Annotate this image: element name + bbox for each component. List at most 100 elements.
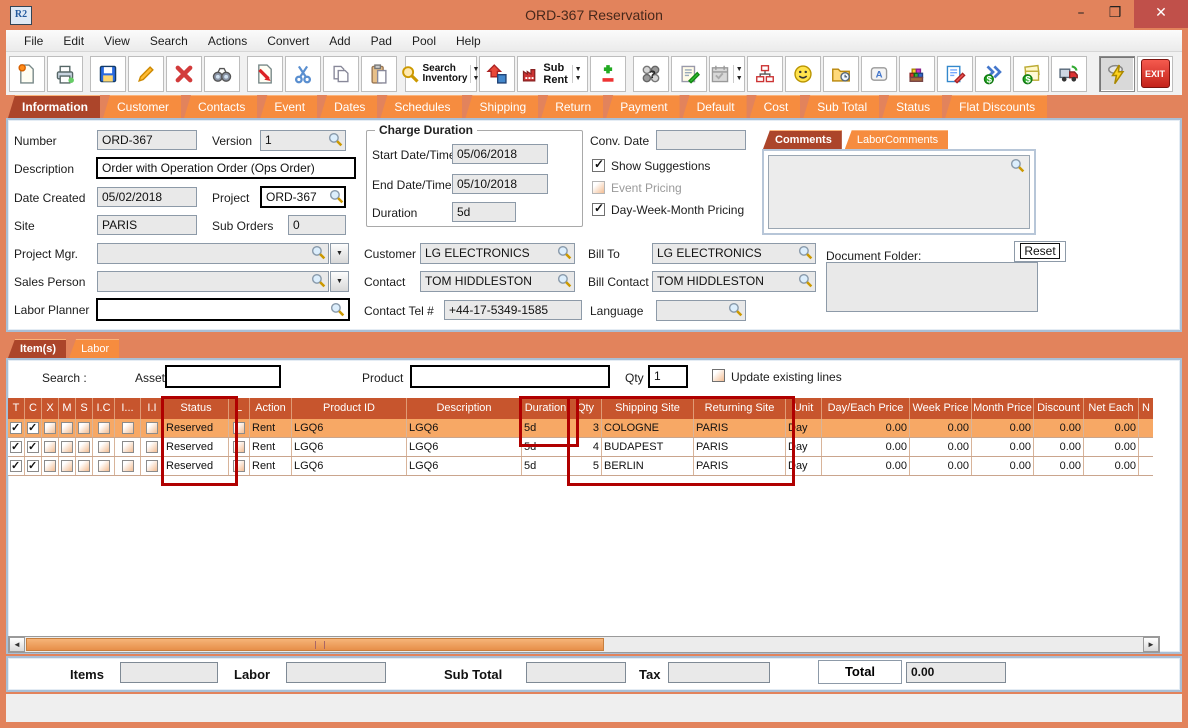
scroll-left-button[interactable]: ◄ [9, 637, 25, 652]
table-row[interactable]: Reserved Rent LGQ6 LGQ6 5d 5 BERLIN PARI… [8, 457, 1153, 476]
tab-status[interactable]: Status [882, 95, 942, 118]
cell-checkbox[interactable] [42, 438, 59, 456]
menu-add[interactable]: Add [319, 31, 360, 51]
product-input[interactable] [410, 365, 610, 388]
tab-items[interactable]: Item(s) [8, 339, 66, 358]
search-icon[interactable] [310, 244, 327, 261]
col-c[interactable]: C [25, 398, 42, 419]
cell-checkbox[interactable] [59, 457, 76, 475]
cell-checkbox[interactable] [115, 419, 141, 437]
tab-customer[interactable]: Customer [103, 95, 181, 118]
tab-labor[interactable]: Labor [69, 339, 119, 358]
cell-checkbox[interactable] [229, 457, 250, 475]
col-s[interactable]: S [76, 398, 93, 419]
col-net-each[interactable]: Net Each [1084, 398, 1139, 419]
print-button[interactable] [47, 56, 83, 92]
cell-checkbox[interactable] [76, 438, 93, 456]
resource-group-button[interactable]: ? [633, 56, 669, 92]
delivery-truck-button[interactable] [1051, 56, 1087, 92]
event-pricing-checkbox[interactable] [592, 181, 605, 194]
col-unit[interactable]: Unit [786, 398, 822, 419]
menu-view[interactable]: View [94, 31, 140, 51]
export-document-button[interactable] [247, 56, 283, 92]
col-duration[interactable]: Duration [522, 398, 570, 419]
edit-document-button[interactable] [937, 56, 973, 92]
bill-contact-field[interactable]: TOM HIDDLESTON [652, 271, 816, 292]
tab-comments[interactable]: Comments [763, 130, 842, 149]
cell-checkbox[interactable] [25, 438, 42, 456]
scrollbar-thumb[interactable] [26, 638, 604, 651]
col-qty[interactable]: Qty [570, 398, 602, 419]
tab-cost[interactable]: Cost [750, 95, 801, 118]
col-idots[interactable]: I... [115, 398, 141, 419]
cell-checkbox[interactable] [93, 457, 115, 475]
exit-button[interactable]: EXIT [1137, 56, 1173, 92]
cell-checkbox[interactable] [76, 419, 93, 437]
cell-checkbox[interactable] [42, 457, 59, 475]
edit-button[interactable] [128, 56, 164, 92]
cell-checkbox[interactable] [8, 438, 25, 456]
show-suggestions-checkbox[interactable] [592, 159, 605, 172]
qty-input[interactable]: 1 [648, 365, 688, 388]
cell-checkbox[interactable] [8, 419, 25, 437]
table-row[interactable]: Reserved Rent LGQ6 LGQ6 5d 3 COLOGNE PAR… [8, 419, 1153, 438]
cell-checkbox[interactable] [141, 419, 164, 437]
scroll-right-button[interactable]: ► [1143, 637, 1159, 652]
col-ic[interactable]: I.C [93, 398, 115, 419]
tab-schedules[interactable]: Schedules [380, 95, 462, 118]
cell-checkbox[interactable] [59, 419, 76, 437]
add-remove-line-button[interactable] [590, 56, 626, 92]
description-field[interactable]: Order with Operation Order (Ops Order) [96, 157, 356, 179]
cell-checkbox[interactable] [229, 419, 250, 437]
menu-actions[interactable]: Actions [198, 31, 257, 51]
update-existing-lines-checkbox[interactable] [712, 369, 725, 382]
cell-checkbox[interactable] [25, 457, 42, 475]
tab-labor-comments[interactable]: LaborComments [845, 130, 948, 149]
menu-search[interactable]: Search [140, 31, 198, 51]
calendar-button[interactable]: ▼▼ [709, 56, 745, 92]
quick-action-button[interactable] [1099, 56, 1135, 92]
conv-date-field[interactable] [656, 130, 746, 150]
col-shipping-site[interactable]: Shipping Site [602, 398, 694, 419]
tab-return[interactable]: Return [541, 95, 603, 118]
document-folder-box[interactable] [826, 262, 1038, 312]
duration-field[interactable]: 5d [452, 202, 516, 222]
table-row[interactable]: Reserved Rent LGQ6 LGQ6 5d 4 BUDAPEST PA… [8, 438, 1153, 457]
invoice-notes-button[interactable]: $ [1013, 56, 1049, 92]
tab-flat-discounts[interactable]: Flat Discounts [945, 95, 1047, 118]
close-button[interactable]: ✕ [1134, 0, 1188, 28]
search-icon[interactable] [329, 301, 346, 318]
date-created-field[interactable]: 05/02/2018 [97, 187, 197, 207]
menu-help[interactable]: Help [446, 31, 491, 51]
search-icon[interactable] [310, 272, 327, 289]
project-mgr-field[interactable] [97, 243, 329, 264]
org-chart-button[interactable] [747, 56, 783, 92]
col-day-each-price[interactable]: Day/Each Price [822, 398, 910, 419]
search-icon[interactable] [556, 272, 573, 289]
search-icon[interactable] [327, 131, 344, 148]
dropdown-arrow-icon[interactable]: ▼▼ [733, 65, 745, 83]
cell-checkbox[interactable] [141, 457, 164, 475]
cell-checkbox[interactable] [141, 438, 164, 456]
start-date-field[interactable]: 05/06/2018 [452, 144, 548, 164]
tab-default[interactable]: Default [683, 95, 747, 118]
sub-orders-field[interactable]: 0 [288, 215, 346, 235]
search-icon[interactable] [727, 301, 744, 318]
currency-transfer-button[interactable]: $ [975, 56, 1011, 92]
col-week-price[interactable]: Week Price [910, 398, 972, 419]
bill-to-field[interactable]: LG ELECTRONICS [652, 243, 816, 264]
contact-field[interactable]: TOM HIDDLESTON [420, 271, 575, 292]
tab-sub-total[interactable]: Sub Total [803, 95, 879, 118]
col-month-price[interactable]: Month Price [972, 398, 1034, 419]
comments-textarea[interactable] [768, 155, 1030, 229]
menu-pool[interactable]: Pool [402, 31, 446, 51]
col-product-id[interactable]: Product ID [292, 398, 407, 419]
history-folder-button[interactable] [823, 56, 859, 92]
maximize-button[interactable]: ❒ [1100, 0, 1130, 28]
paste-button[interactable] [361, 56, 397, 92]
col-l[interactable]: L [229, 398, 250, 419]
cell-checkbox[interactable] [115, 457, 141, 475]
col-ii[interactable]: I.I [141, 398, 164, 419]
search-icon[interactable] [1009, 157, 1026, 174]
sales-person-field[interactable] [97, 271, 329, 292]
